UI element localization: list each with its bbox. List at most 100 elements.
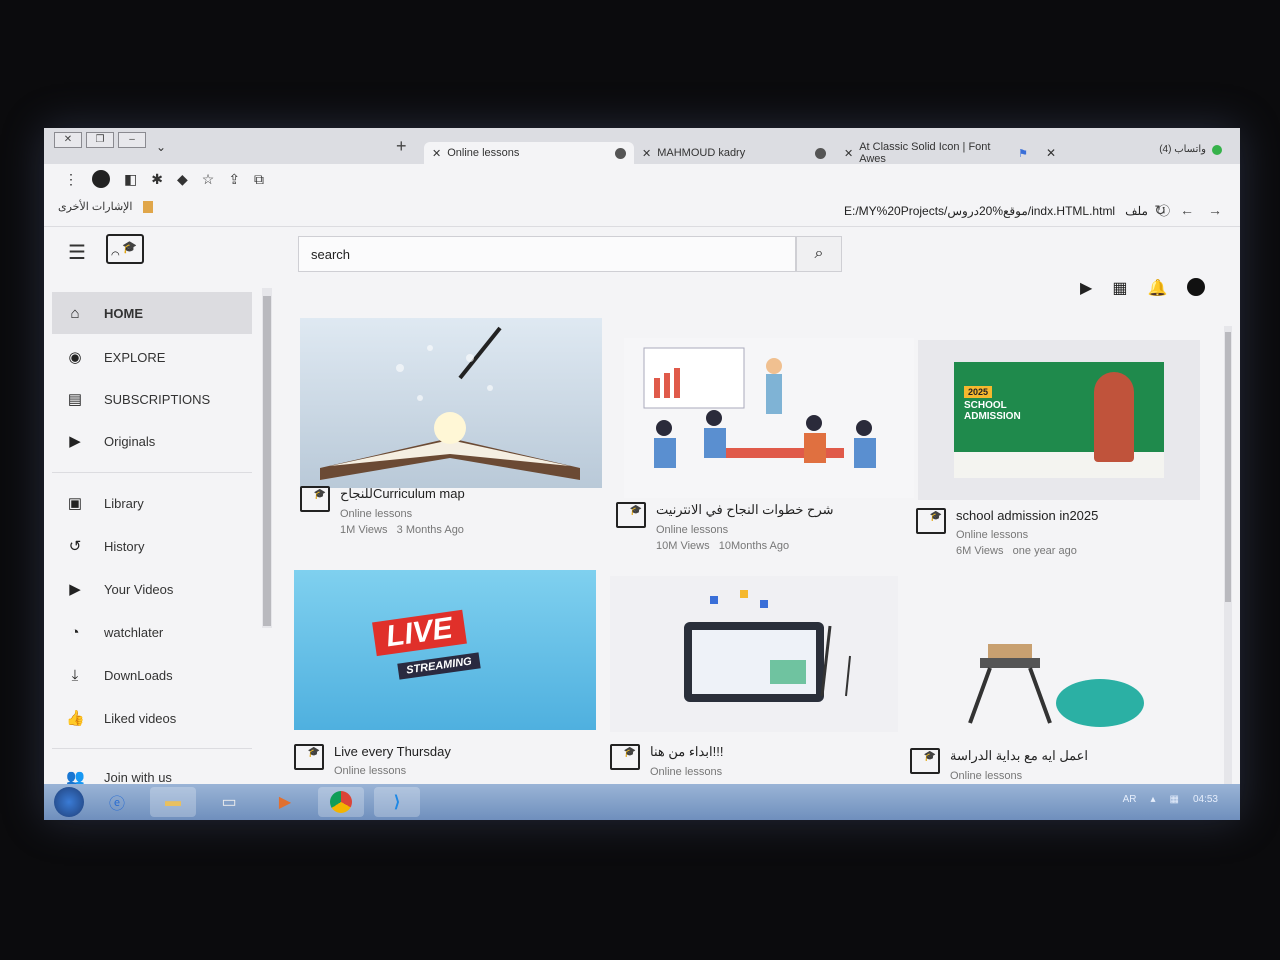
sidebar-item-originals[interactable]: ▶ Originals [52, 420, 252, 462]
channel-logo-icon[interactable] [910, 748, 940, 774]
scrollbar-thumb[interactable] [1225, 332, 1231, 602]
clock-time[interactable]: 04:53 [1193, 794, 1218, 805]
tab-search-chevron-icon[interactable]: ⌄ [156, 140, 166, 154]
close-window-button[interactable]: ✕ [54, 132, 82, 148]
search-icon: ⌕ [814, 245, 824, 262]
install-app-icon[interactable]: ⧉ [254, 171, 264, 188]
video-meta: Live every Thursday Online lessons [294, 744, 451, 777]
video-stats: 6M Views one year ago [956, 545, 1098, 557]
video-thumbnail[interactable] [624, 338, 914, 498]
video-title[interactable]: ابداء من هنا!!! [650, 744, 723, 760]
sidebar-item-subscriptions[interactable]: ▤ SUBSCRIPTIONS [52, 378, 252, 420]
other-bookmarks-label[interactable]: الإشارات الأخرى [58, 200, 133, 213]
new-tab-button[interactable]: + [396, 136, 407, 157]
sidebar-item-library[interactable]: ▣ Library [52, 482, 252, 524]
video-title[interactable]: school admission in2025 [956, 508, 1098, 523]
reload-icon[interactable]: ↻ [1154, 202, 1166, 219]
address-prefix: ملف [1125, 203, 1148, 218]
sidebar-item-label: Library [104, 495, 144, 511]
channel-logo-icon[interactable] [616, 502, 646, 528]
site-logo[interactable]: 🎓 ◠ [106, 234, 144, 264]
sidebar-item-label: watchlater [104, 624, 164, 640]
forward-icon[interactable]: → [1208, 202, 1222, 219]
sidebar-item-watchlater[interactable]: ◔ watchlater [52, 611, 252, 653]
file-explorer-icon[interactable]: ▬ [150, 787, 196, 817]
video-thumbnail[interactable]: 2025 SCHOOL ADMISSION [918, 340, 1200, 500]
video-title[interactable]: للنجاحCurriculum map [340, 486, 465, 502]
extension-cube-icon[interactable]: ◆ [177, 171, 188, 188]
channel-name[interactable]: Online lessons [956, 529, 1098, 541]
sidebar-item-label: Liked videos [104, 710, 177, 726]
sidebar-item-label: SUBSCRIPTIONS [104, 391, 211, 407]
back-icon[interactable]: ← [1180, 202, 1194, 219]
video-title[interactable]: شرح خطوات النجاح في الانترنيت [656, 502, 834, 518]
video-thumbnail[interactable] [910, 578, 1192, 738]
video-stats: 1M Views 3 Months Ago [340, 524, 465, 536]
sidebar-item-home[interactable]: ⌂ HOME [52, 292, 252, 334]
video-thumbnail[interactable]: LIVE STREAMING [294, 570, 596, 730]
apps-grid-icon[interactable]: ▦ [1112, 278, 1127, 298]
minimize-window-button[interactable]: – [118, 132, 146, 148]
extensions-icon[interactable]: ✱ [151, 171, 163, 188]
video-title[interactable]: Live every Thursday [334, 744, 451, 759]
channel-logo-icon[interactable] [610, 744, 640, 770]
admission-poster: 2025 SCHOOL ADMISSION [954, 362, 1164, 478]
close-tab-icon[interactable]: ✕ [642, 147, 651, 160]
sidebar-item-history[interactable]: ↺ History [52, 525, 252, 567]
network-icon[interactable]: ▦ [1170, 794, 1179, 805]
video-thumbnail[interactable] [300, 318, 602, 488]
search-input[interactable]: search [298, 236, 796, 272]
tab-font-awesome[interactable]: ✕ At Classic Solid Icon | Font Awes ⚑ [836, 141, 1036, 165]
compass-icon: ◉ [68, 349, 82, 366]
whatsapp-tab[interactable]: واتساب (4) [1159, 144, 1222, 155]
vscode-icon[interactable]: ⟩ [374, 787, 420, 817]
scrollbar-thumb[interactable] [263, 296, 271, 626]
channel-name[interactable]: Online lessons [950, 770, 1088, 782]
media-player-icon[interactable]: ▶ [262, 787, 308, 817]
restore-window-button[interactable]: ❐ [86, 132, 114, 148]
share-icon[interactable]: ⇪ [228, 171, 240, 188]
main-scrollbar[interactable] [1224, 326, 1232, 786]
sidebar-item-liked-videos[interactable]: 👍 Liked videos [52, 697, 252, 739]
channel-logo-icon[interactable] [300, 486, 330, 512]
address-bar[interactable]: E:/MY%20Projects/موقع%20دروس/indx.HTML.h… [844, 202, 1170, 219]
close-tab-icon[interactable]: ✕ [432, 147, 441, 160]
bookmark-star-icon[interactable]: ☆ [202, 171, 215, 188]
search-button[interactable]: ⌕ [796, 236, 842, 272]
channel-name[interactable]: Online lessons [340, 508, 465, 520]
chrome-icon[interactable] [318, 787, 364, 817]
video-thumbnail[interactable] [610, 576, 898, 732]
channel-logo-icon[interactable] [916, 508, 946, 534]
side-panel-icon[interactable]: ◧ [124, 171, 137, 188]
channel-name[interactable]: Online lessons [650, 766, 723, 778]
hamburger-menu-icon[interactable]: ☰ [68, 240, 86, 265]
close-tab-icon[interactable]: ✕ [1046, 146, 1056, 160]
channel-name[interactable]: Online lessons [656, 524, 834, 536]
video-meta: اعمل ايه مع بداية الدراسة Online lessons [910, 748, 1088, 782]
tray-arrow-icon[interactable]: ▴ [1150, 794, 1155, 805]
tab-label: Online lessons [447, 147, 520, 159]
language-indicator[interactable]: AR [1123, 794, 1137, 805]
start-button[interactable] [54, 787, 84, 817]
internet-explorer-icon[interactable]: ⓔ [94, 787, 140, 817]
sidebar-item-explore[interactable]: ◉ EXPLORE [52, 336, 252, 378]
sidebar-item-your-videos[interactable]: ▶ Your Videos [52, 568, 252, 610]
bell-icon[interactable]: 🔔 [1147, 278, 1167, 298]
video-title[interactable]: اعمل ايه مع بداية الدراسة [950, 748, 1088, 764]
office-icon[interactable]: ▭ [206, 787, 252, 817]
channel-name[interactable]: Online lessons [334, 765, 451, 777]
more-menu-icon[interactable]: ⋮ [64, 171, 78, 188]
library-icon: ▣ [67, 495, 83, 512]
tab-online-lessons[interactable]: ✕ Online lessons [424, 142, 634, 164]
tab-mahmoud-kadry[interactable]: ✕ MAHMOUD kadry [634, 142, 834, 164]
sidebar-scrollbar[interactable] [262, 288, 272, 628]
address-url[interactable]: E:/MY%20Projects/موقع%20دروس/indx.HTML.h… [844, 204, 1115, 218]
video-camera-icon[interactable]: ▶ [1080, 278, 1092, 298]
sidebar-item-downloads[interactable]: ⤓ DownLoads [52, 654, 252, 696]
whatsapp-label: واتساب (4) [1159, 144, 1206, 155]
channel-logo-icon[interactable] [294, 744, 324, 770]
user-avatar-icon[interactable] [1187, 278, 1206, 296]
tab-label: MAHMOUD kadry [657, 147, 746, 159]
profile-icon[interactable] [92, 170, 110, 188]
close-tab-icon[interactable]: ✕ [844, 147, 853, 160]
